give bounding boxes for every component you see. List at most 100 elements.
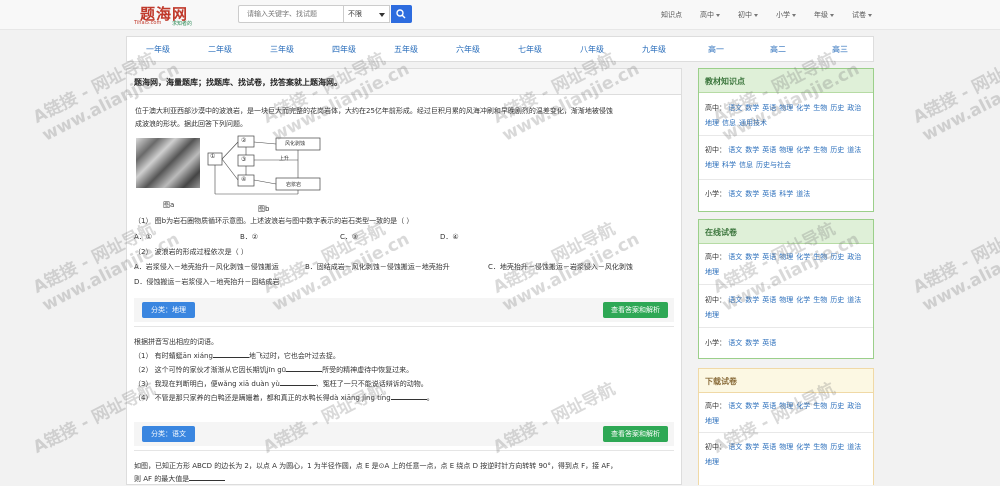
grade-link[interactable]: 四年级	[313, 44, 375, 55]
grade-link[interactable]: 三年级	[251, 44, 313, 55]
subject-link[interactable]: 物理	[779, 253, 793, 261]
subject-link[interactable]: 数学	[745, 146, 759, 154]
subject-link[interactable]: 地理	[705, 119, 719, 127]
grade-link[interactable]: 一年级	[127, 44, 189, 55]
subject-link[interactable]: 道法	[847, 443, 861, 451]
subject-link[interactable]: 历史	[830, 402, 844, 410]
nav-grade[interactable]: 年级	[814, 10, 834, 20]
subject-link[interactable]: 语文	[728, 443, 742, 451]
grade-link[interactable]: 二年级	[189, 44, 251, 55]
grade-link[interactable]: 五年级	[375, 44, 437, 55]
subject-link[interactable]: 数学	[745, 402, 759, 410]
subject-link[interactable]: 生物	[813, 296, 827, 304]
nav-knowledge[interactable]: 知识点	[661, 10, 682, 20]
subject-link[interactable]: 英语	[762, 402, 776, 410]
nav-high-school[interactable]: 高中	[700, 10, 720, 20]
subject-link[interactable]: 英语	[762, 443, 776, 451]
nav-primary-school[interactable]: 小学	[776, 10, 796, 20]
subject-link[interactable]: 英语	[762, 296, 776, 304]
subject-link[interactable]: 历史	[830, 104, 844, 112]
chevron-down-icon	[379, 13, 385, 17]
subject-link[interactable]: 英语	[762, 146, 776, 154]
subject-link[interactable]: 化学	[796, 296, 810, 304]
subject-link[interactable]: 生物	[813, 402, 827, 410]
subject-link[interactable]: 英语	[762, 253, 776, 261]
answer-blank	[212, 350, 249, 358]
subject-link[interactable]: 语文	[728, 253, 742, 261]
category-button[interactable]: 分类：语文	[142, 426, 195, 442]
grade-link[interactable]: 七年级	[499, 44, 561, 55]
subject-link[interactable]: 生物	[813, 104, 827, 112]
subject-link[interactable]: 数学	[745, 104, 759, 112]
subject-link[interactable]: 通用技术	[739, 119, 767, 127]
subject-link[interactable]: 道法	[847, 296, 861, 304]
subject-link[interactable]: 历史	[830, 296, 844, 304]
subject-link[interactable]: 生物	[813, 146, 827, 154]
subject-link[interactable]: 化学	[796, 402, 810, 410]
subject-link[interactable]: 数学	[745, 339, 759, 347]
subject-link[interactable]: 物理	[779, 402, 793, 410]
view-answer-button[interactable]: 查看答案和解析	[603, 302, 668, 318]
subject-link[interactable]: 英语	[762, 190, 776, 198]
subject-link[interactable]: 政治	[847, 253, 861, 261]
subject-link[interactable]: 地理	[705, 417, 719, 425]
subject-link[interactable]: 语文	[728, 339, 742, 347]
subject-link[interactable]: 语文	[728, 402, 742, 410]
subject-link[interactable]: 信息	[739, 161, 753, 169]
grade-link[interactable]: 高一	[685, 44, 747, 55]
logo-slogan: 求知者的	[172, 21, 193, 27]
subject-link[interactable]: 化学	[796, 146, 810, 154]
grade-link[interactable]: 九年级	[623, 44, 685, 55]
subject-link[interactable]: 数学	[745, 253, 759, 261]
subject-link[interactable]: 道法	[796, 190, 810, 198]
subject-link[interactable]: 化学	[796, 443, 810, 451]
subject-link[interactable]: 语文	[728, 296, 742, 304]
subject-link[interactable]: 政治	[847, 402, 861, 410]
subject-link[interactable]: 科学	[722, 161, 736, 169]
diagram-label: 风化剥蚀	[285, 141, 306, 147]
option: A．岩浆侵入－地壳抬升－风化剥蚀－侵蚀搬运	[134, 263, 279, 271]
search-input[interactable]	[238, 5, 344, 23]
subject-link[interactable]: 地理	[705, 268, 719, 276]
subject-link[interactable]: 英语	[762, 104, 776, 112]
nav-middle-school[interactable]: 初中	[738, 10, 758, 20]
grade-link[interactable]: 高二	[747, 44, 809, 55]
subject-link[interactable]: 数学	[745, 190, 759, 198]
subject-link[interactable]: 科学	[779, 190, 793, 198]
grade-link[interactable]: 六年级	[437, 44, 499, 55]
subject-link[interactable]: 语文	[728, 190, 742, 198]
subject-link[interactable]: 数学	[745, 296, 759, 304]
grade-link[interactable]: 八年级	[561, 44, 623, 55]
subject-link[interactable]: 地理	[705, 161, 719, 169]
search-button[interactable]	[391, 5, 412, 23]
subject-link[interactable]: 物理	[779, 443, 793, 451]
subject-link[interactable]: 化学	[796, 104, 810, 112]
subject-link[interactable]: 语文	[728, 104, 742, 112]
subject-link[interactable]: 政治	[847, 104, 861, 112]
subject-link[interactable]: 生物	[813, 443, 827, 451]
subject-link[interactable]: 英语	[762, 339, 776, 347]
subject-link[interactable]: 道法	[847, 146, 861, 154]
subject-link[interactable]: 生物	[813, 253, 827, 261]
subject-link[interactable]: 物理	[779, 104, 793, 112]
category-button[interactable]: 分类：地理	[142, 302, 195, 318]
subject-link[interactable]: 语文	[728, 146, 742, 154]
nav-papers[interactable]: 试卷	[852, 10, 872, 20]
subject-link[interactable]: 信息	[722, 119, 736, 127]
subject-link[interactable]: 数学	[745, 443, 759, 451]
subject-link[interactable]: 历史	[830, 443, 844, 451]
subject-link[interactable]: 历史	[830, 146, 844, 154]
subject-link[interactable]: 地理	[705, 311, 719, 319]
grade-link[interactable]: 高三	[809, 44, 871, 55]
subject-link[interactable]: 物理	[779, 296, 793, 304]
diagram-node: ④	[241, 176, 247, 183]
site-logo[interactable]: 题海网 Tihai5.com 求知者的	[132, 3, 212, 27]
view-answer-button[interactable]: 查看答案和解析	[603, 426, 668, 442]
subject-link[interactable]: 地理	[705, 458, 719, 466]
diagram-node: ①	[210, 153, 216, 160]
subject-link[interactable]: 历史	[830, 253, 844, 261]
search-type-select[interactable]: 不限	[344, 5, 390, 23]
subject-link[interactable]: 历史与社会	[756, 161, 791, 169]
subject-link[interactable]: 化学	[796, 253, 810, 261]
subject-link[interactable]: 物理	[779, 146, 793, 154]
